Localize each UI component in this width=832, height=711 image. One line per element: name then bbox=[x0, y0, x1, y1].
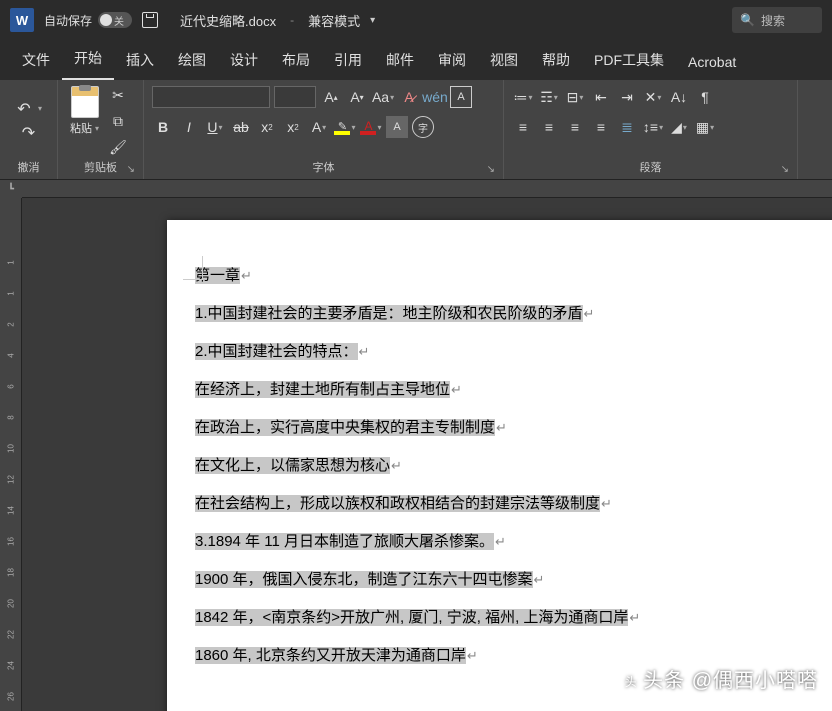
cursor-indicator bbox=[183, 256, 203, 280]
tab-引用[interactable]: 引用 bbox=[322, 40, 374, 80]
superscript-icon[interactable]: x2 bbox=[282, 116, 304, 138]
paste-button[interactable]: 粘贴▾ bbox=[66, 84, 103, 138]
word-app-icon: W bbox=[10, 8, 34, 32]
underline-icon[interactable]: U▾ bbox=[204, 116, 226, 138]
tab-邮件[interactable]: 邮件 bbox=[374, 40, 426, 80]
paragraph[interactable]: 3.1894 年 11 月日本制造了旅顺大屠杀惨案。↵ bbox=[195, 530, 819, 554]
tab-绘图[interactable]: 绘图 bbox=[166, 40, 218, 80]
borders-icon[interactable]: ▦▾ bbox=[694, 116, 716, 138]
justify-icon[interactable]: ≡ bbox=[590, 116, 612, 138]
tab-审阅[interactable]: 审阅 bbox=[426, 40, 478, 80]
paragraph[interactable]: 1900 年，俄国入侵东北，制造了江东六十四屯惨案↵ bbox=[195, 568, 819, 592]
dialog-launcher-icon[interactable]: ↘ bbox=[127, 164, 135, 175]
paragraph[interactable]: 第一章↵ bbox=[195, 264, 819, 288]
shading-icon[interactable]: ◢▾ bbox=[668, 116, 690, 138]
paragraph[interactable]: 在社会结构上，形成以族权和政权相结合的封建宗法等级制度↵ bbox=[195, 492, 819, 516]
chevron-down-icon[interactable]: ▾ bbox=[370, 15, 375, 26]
dialog-launcher-icon[interactable]: ↘ bbox=[781, 164, 789, 175]
char-border-icon[interactable]: A bbox=[450, 86, 472, 108]
search-placeholder: 搜索 bbox=[761, 12, 785, 29]
increase-indent-icon[interactable]: ⇥ bbox=[616, 86, 638, 108]
tab-PDF工具集[interactable]: PDF工具集 bbox=[582, 40, 676, 80]
align-left-icon[interactable]: ≡ bbox=[512, 116, 534, 138]
strikethrough-icon[interactable]: ab bbox=[230, 116, 252, 138]
distributed-icon[interactable]: ≣ bbox=[616, 116, 638, 138]
change-case-icon[interactable]: Aa▾ bbox=[372, 86, 394, 108]
decrease-indent-icon[interactable]: ⇤ bbox=[590, 86, 612, 108]
align-right-icon[interactable]: ≡ bbox=[564, 116, 586, 138]
tab-视图[interactable]: 视图 bbox=[478, 40, 530, 80]
paragraph[interactable]: 1.中国封建社会的主要矛盾是：地主阶级和农民阶级的矛盾↵ bbox=[195, 302, 819, 326]
line-spacing-icon[interactable]: ↕≡▾ bbox=[642, 116, 664, 138]
subscript-icon[interactable]: x2 bbox=[256, 116, 278, 138]
dialog-launcher-icon[interactable]: ↘ bbox=[487, 164, 495, 175]
asian-layout-icon[interactable]: ✕▾ bbox=[642, 86, 664, 108]
shrink-font-icon[interactable]: A▾ bbox=[346, 86, 368, 108]
paragraph[interactable]: 在文化上，以儒家思想为核心↵ bbox=[195, 454, 819, 478]
grow-font-icon[interactable]: A▴ bbox=[320, 86, 342, 108]
cut-icon[interactable]: ✂ bbox=[109, 86, 127, 104]
undo-icon[interactable]: ↶ bbox=[15, 100, 33, 118]
tab-Acrobat[interactable]: Acrobat bbox=[676, 44, 748, 80]
paragraph[interactable]: 1842 年，<南京条约>开放广州, 厦门, 宁波, 福州, 上海为通商口岸↵ bbox=[195, 606, 819, 630]
autosave-label: 自动保存 bbox=[44, 12, 92, 29]
ribbon-tabs: 文件开始插入绘图设计布局引用邮件审阅视图帮助PDF工具集Acrobat bbox=[0, 40, 832, 80]
group-label-paragraph: 段落 bbox=[640, 159, 662, 175]
paragraph[interactable]: 在政治上，实行高度中央集权的君主专制制度↵ bbox=[195, 416, 819, 440]
toggle-switch[interactable]: 关 bbox=[98, 12, 132, 28]
bold-icon[interactable]: B bbox=[152, 116, 174, 138]
numbering-icon[interactable]: ☶▾ bbox=[538, 86, 560, 108]
paragraph[interactable]: 在经济上，封建土地所有制占主导地位↵ bbox=[195, 378, 819, 402]
phonetic-guide-icon[interactable]: wén bbox=[424, 86, 446, 108]
enclose-char-icon[interactable]: 字 bbox=[412, 116, 434, 138]
bullets-icon[interactable]: ≔▾ bbox=[512, 86, 534, 108]
tab-布局[interactable]: 布局 bbox=[270, 40, 322, 80]
horizontal-ruler[interactable] bbox=[22, 180, 832, 198]
group-label-clipboard: 剪贴板 bbox=[84, 159, 117, 175]
tab-帮助[interactable]: 帮助 bbox=[530, 40, 582, 80]
document-scroll[interactable]: 第一章↵ 1.中国封建社会的主要矛盾是：地主阶级和农民阶级的矛盾↵ 2.中国封建社会… bbox=[22, 180, 832, 711]
paragraph[interactable]: 2.中国封建社会的特点：↵ bbox=[195, 340, 819, 364]
char-shading-icon[interactable]: A bbox=[386, 116, 408, 138]
group-label-font: 字体 bbox=[313, 159, 335, 175]
watermark: 头头条 @偶西小嗒嗒 bbox=[621, 664, 818, 693]
italic-icon[interactable]: I bbox=[178, 116, 200, 138]
align-center-icon[interactable]: ≡ bbox=[538, 116, 560, 138]
tab-插入[interactable]: 插入 bbox=[114, 40, 166, 80]
page[interactable]: 第一章↵ 1.中国封建社会的主要矛盾是：地主阶级和农民阶级的矛盾↵ 2.中国封建社会… bbox=[167, 220, 832, 711]
ruler-corner: ┗ bbox=[0, 180, 22, 198]
search-input[interactable]: 🔍 搜索 bbox=[732, 7, 822, 33]
clear-format-icon[interactable]: A̷ bbox=[398, 86, 420, 108]
save-icon[interactable] bbox=[142, 12, 158, 28]
ribbon: ↶ ▾ ↷ 撤消 粘贴▾ ✂ ⧉ 🖌 剪贴板 ↘ A▴ A▾ Aa▾ bbox=[0, 80, 832, 180]
copy-icon[interactable]: ⧉ bbox=[109, 112, 127, 130]
group-label-undo: 撤消 bbox=[8, 157, 49, 177]
title-bar: W 自动保存 关 近代史缩略.docx - 兼容模式 ▾ 🔍 搜索 bbox=[0, 0, 832, 40]
document-body[interactable]: 第一章↵ 1.中国封建社会的主要矛盾是：地主阶级和农民阶级的矛盾↵ 2.中国封建社会… bbox=[195, 264, 819, 668]
multilevel-list-icon[interactable]: ⊟▾ bbox=[564, 86, 586, 108]
vertical-ruler[interactable]: 112468101214161820222426 bbox=[0, 180, 22, 711]
chevron-down-icon[interactable]: ▾ bbox=[38, 104, 42, 113]
tab-开始[interactable]: 开始 bbox=[62, 38, 114, 80]
tab-设计[interactable]: 设计 bbox=[218, 40, 270, 80]
font-name-select[interactable] bbox=[152, 86, 270, 108]
font-color-icon[interactable]: A▾ bbox=[360, 116, 382, 138]
text-effects-icon[interactable]: A▾ bbox=[308, 116, 330, 138]
highlight-icon[interactable]: ✎▾ bbox=[334, 116, 356, 138]
format-painter-icon[interactable]: 🖌 bbox=[109, 138, 127, 156]
autosave-toggle[interactable]: 自动保存 关 bbox=[44, 12, 132, 29]
tab-文件[interactable]: 文件 bbox=[10, 40, 62, 80]
redo-icon[interactable]: ↷ bbox=[20, 124, 38, 142]
paste-icon bbox=[71, 86, 99, 118]
document-area: ┗ 112468101214161820222426 第一章↵ 1.中国封建社会的… bbox=[0, 180, 832, 711]
search-icon: 🔍 bbox=[740, 13, 755, 27]
font-size-select[interactable] bbox=[274, 86, 316, 108]
sort-icon[interactable]: A↓ bbox=[668, 86, 690, 108]
compatibility-mode: 兼容模式 bbox=[308, 11, 360, 30]
document-name: 近代史缩略.docx bbox=[180, 11, 276, 30]
show-marks-icon[interactable]: ¶ bbox=[694, 86, 716, 108]
